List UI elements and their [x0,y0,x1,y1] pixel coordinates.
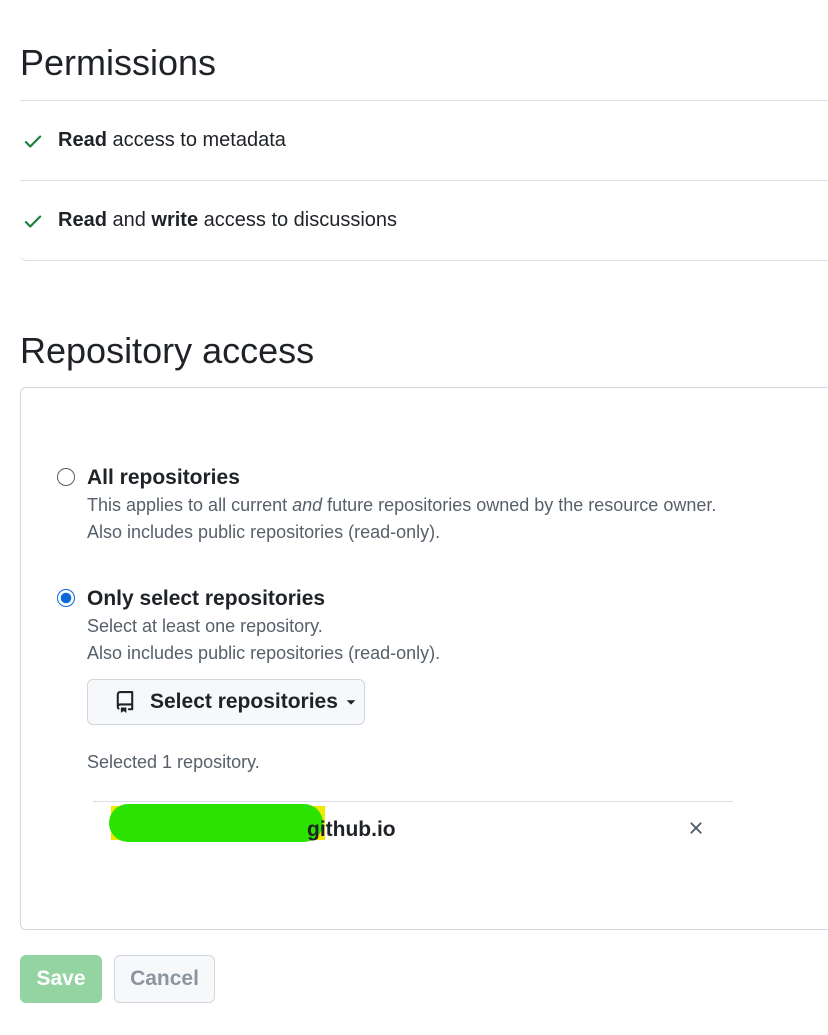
permission-level: Read [58,209,107,231]
description-emphasis: and [292,495,323,515]
permission-item-metadata: Read access to metadata [20,101,828,181]
radio-label-all[interactable]: All repositories [87,466,240,490]
repository-name: github.io [307,818,396,841]
permission-desc: access to discussions [198,209,398,231]
list-item: github.io [93,802,733,860]
selected-repositories-list: github.io [93,801,733,860]
radio-label-select[interactable]: Only select repositories [87,587,325,611]
permission-item-discussions: Read and write access to discussions [20,181,828,261]
permissions-title: Permissions [20,42,217,83]
select-repositories-button[interactable]: Select repositories [87,679,365,725]
permission-level: Read [58,129,107,151]
repository-access-box: All repositories This applies to all cur… [20,387,828,930]
radio-all-repositories[interactable]: All repositories [57,466,240,490]
permission-level: write [151,209,199,231]
repo-icon [114,691,136,713]
description-line: Select at least one repository. [87,616,323,636]
description-text: This applies to all current [87,495,293,515]
description-line: Also includes public repositories (read-… [87,643,441,663]
cancel-button[interactable]: Cancel [114,955,215,1003]
permission-connector: and [106,209,152,231]
permissions-list: Read access to metadata Read and write a… [20,100,828,261]
permissions-page: Permissions Read access to metadata Read… [0,0,828,1035]
select-repositories-description: Select at least one repository. Also inc… [87,613,440,667]
permission-desc: access to metadata [106,129,286,151]
description-text: future repositories owned by the resourc… [322,495,717,515]
save-button[interactable]: Save [20,955,102,1003]
permission-text: Read and write access to discussions [58,209,397,232]
redaction-mark [109,804,323,842]
description-line: Also includes public repositories (read-… [87,522,441,542]
repository-access-title: Repository access [20,330,315,371]
description-line: This applies to all current and future r… [87,492,716,519]
check-icon [22,210,44,232]
all-repositories-description: This applies to all current and future r… [87,492,716,546]
close-icon[interactable] [685,817,707,839]
radio-button-select[interactable] [57,589,75,607]
check-icon [22,130,44,152]
select-repositories-label[interactable]: Select repositories [150,690,338,714]
caret-down-icon [344,695,358,709]
permission-text: Read access to metadata [58,129,286,152]
radio-button-all[interactable] [57,468,75,486]
radio-only-select-repositories[interactable]: Only select repositories [57,587,325,611]
selected-count: Selected 1 repository. [87,752,260,772]
